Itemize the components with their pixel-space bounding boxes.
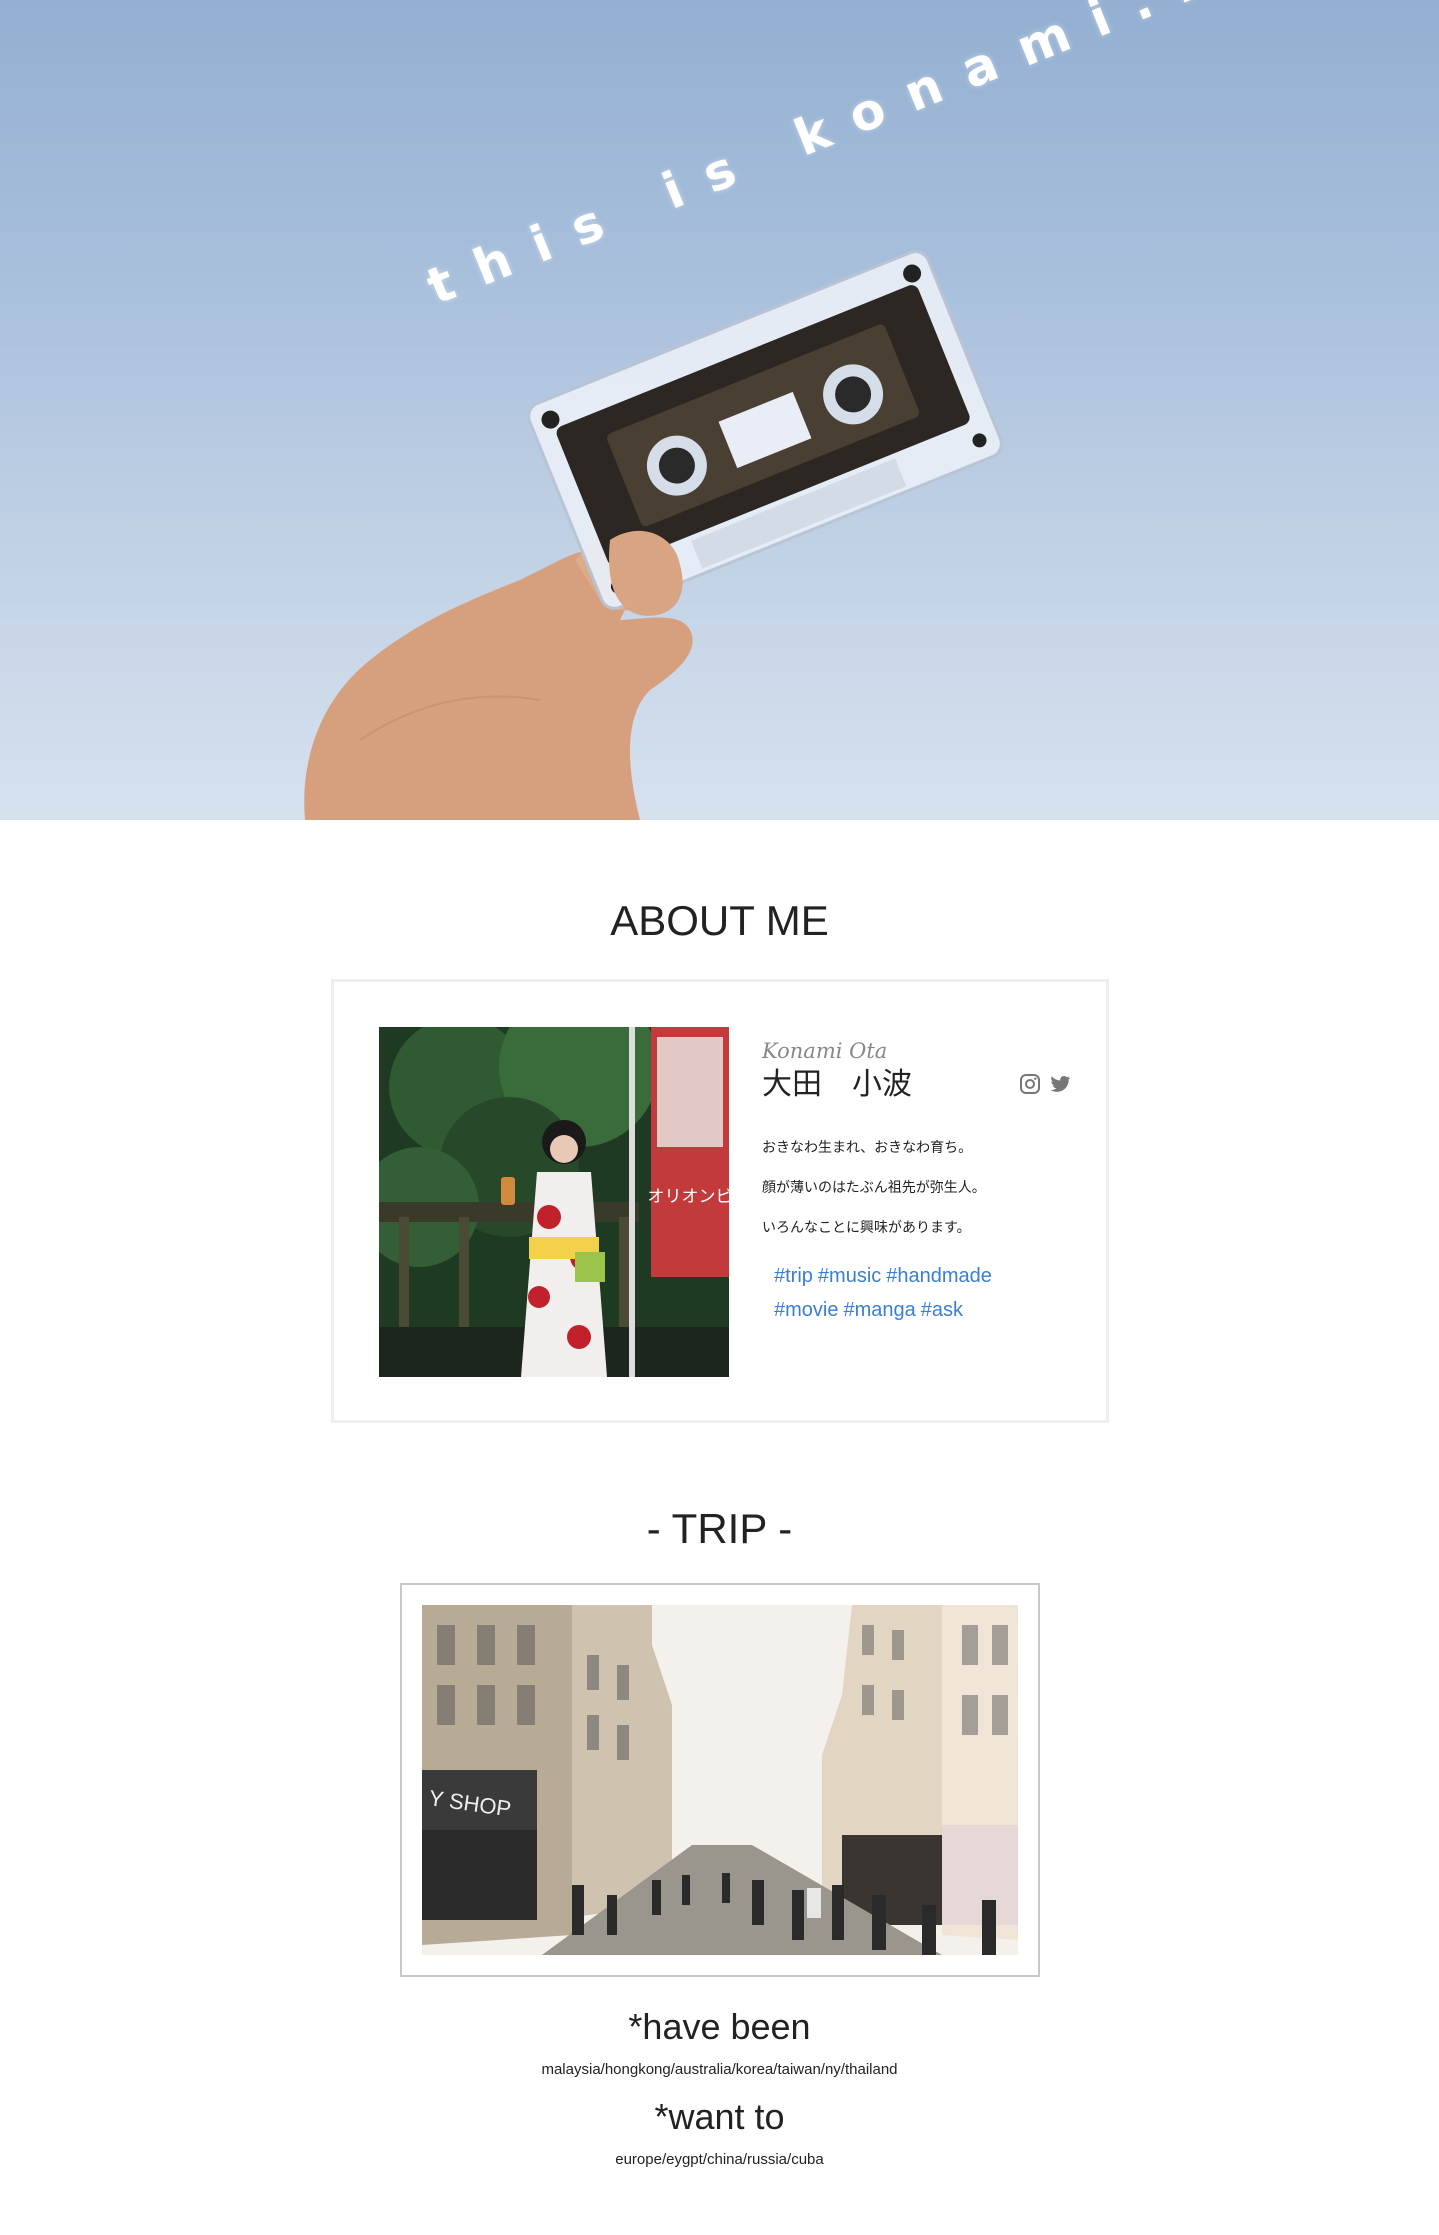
- bio-line: いろんなことに興味があります。: [762, 1220, 971, 1236]
- hero-cassette-illustration: [304, 250, 1003, 820]
- have-been-list: malaysia/hongkong/australia/korea/taiwan…: [541, 2061, 898, 2078]
- have-been-heading: *have been: [628, 2006, 811, 2047]
- trip-heading: - TRIP -: [646, 1505, 793, 1552]
- tag-handmade-link[interactable]: #handmade: [886, 1265, 992, 1287]
- banner-text: オリオンビ: [648, 1187, 730, 1207]
- bio-line: 顔が薄いのはたぶん祖先が弥生人。: [762, 1180, 986, 1196]
- about-info: Konami Ota 大田 小波 おきなわ生まれ、おきなわ育ち。 顔が薄いのはた…: [762, 1037, 1072, 1327]
- tag-movie-link[interactable]: #movie: [774, 1299, 838, 1321]
- about-card: オリオンビ Konami Ota 大田 小波 おきなわ生まれ、おきなわ育ち。 顔…: [331, 979, 1109, 1423]
- instagram-icon[interactable]: [1018, 1072, 1042, 1096]
- hero-banner: this is konami...: [0, 0, 1439, 820]
- tag-ask-link[interactable]: #ask: [921, 1299, 963, 1321]
- twitter-icon[interactable]: [1048, 1072, 1072, 1096]
- tag-trip-link[interactable]: #trip: [774, 1265, 813, 1287]
- profile-photo: オリオンビ: [379, 1027, 729, 1377]
- tag-manga-link[interactable]: #manga: [843, 1299, 915, 1321]
- tag-music-link[interactable]: #music: [818, 1265, 881, 1287]
- want-to-list: europe/eygpt/china/russia/cuba: [615, 2151, 824, 2168]
- name-signature: Konami Ota: [762, 1039, 888, 1063]
- hashtag-list: #trip #music #handmade #movie #manga #ask: [762, 1259, 1022, 1327]
- want-to-heading: *want to: [654, 2096, 785, 2137]
- trip-photo: Y SHOP: [422, 1605, 1018, 1955]
- about-heading: ABOUT ME: [610, 897, 829, 944]
- trip-card: Y SHOP: [400, 1583, 1040, 1977]
- social-links: [1018, 1072, 1072, 1096]
- bio: おきなわ生まれ、おきなわ育ち。 顔が薄いのはたぶん祖先が弥生人。 いろんなことに…: [762, 1139, 1072, 1237]
- bio-line: おきなわ生まれ、おきなわ育ち。: [762, 1140, 973, 1156]
